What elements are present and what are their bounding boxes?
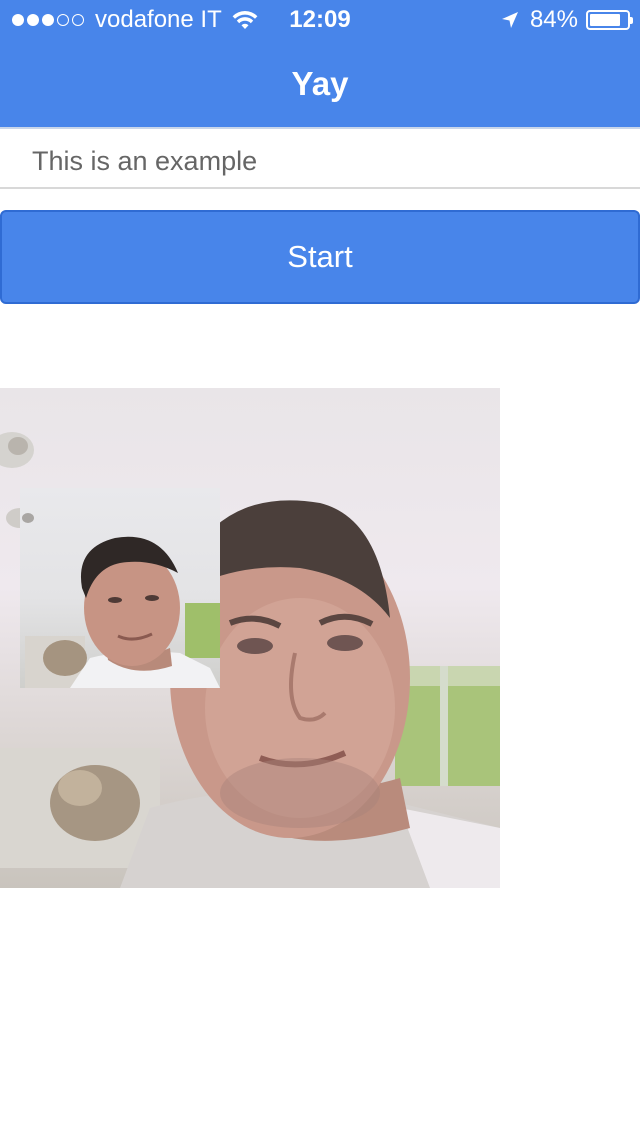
text-input[interactable]: This is an example — [0, 131, 640, 189]
location-arrow-icon — [501, 12, 518, 28]
local-video-frame — [22, 513, 220, 688]
battery-icon — [586, 10, 633, 30]
nav-divider — [0, 127, 640, 129]
top-bar: vodafone IT 12:09 84% Yay — [0, 0, 640, 127]
battery-fill — [590, 14, 621, 26]
status-right: 84% — [500, 0, 633, 40]
status-bar: vodafone IT 12:09 84% — [0, 0, 640, 40]
battery-percent: 84% — [529, 6, 578, 33]
nav-title: Yay — [291, 65, 349, 102]
start-button[interactable]: Start — [0, 210, 640, 304]
local-video-preview — [20, 488, 220, 688]
app-screen: vodafone IT 12:09 84% Yay This is an exa… — [0, 0, 640, 1136]
